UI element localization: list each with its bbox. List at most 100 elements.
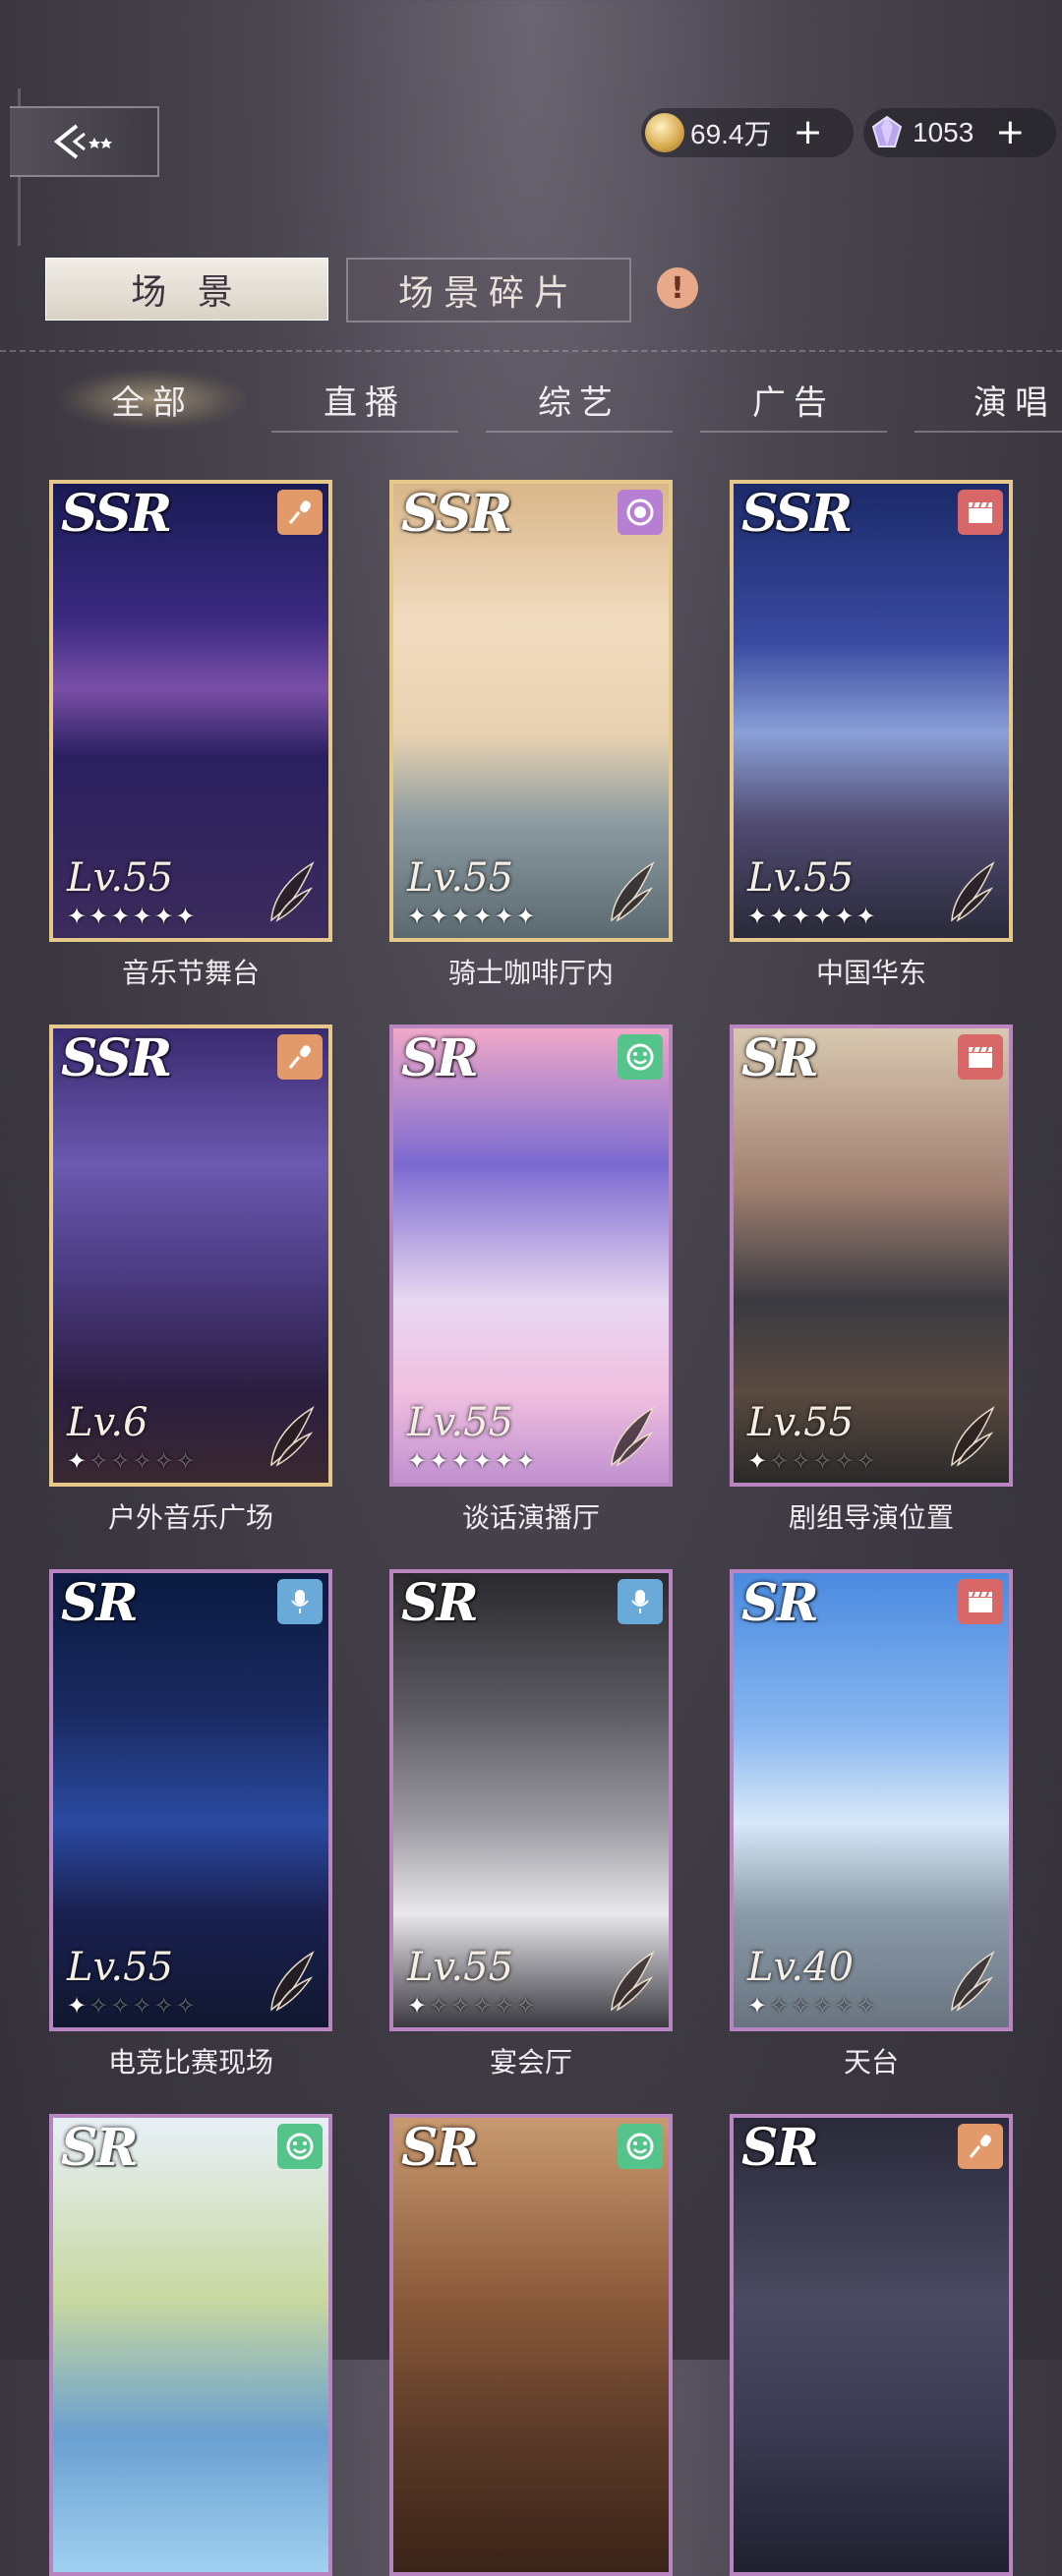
star-icon: ✦ xyxy=(110,903,133,930)
scene-card[interactable]: SSR Lv.55 ✦✦✦✦✦✦ 骑士咖啡厅内 xyxy=(389,480,673,989)
category-label: 广告 xyxy=(752,382,835,423)
scene-card[interactable]: SR Lv.55 ✦✧✧✧✧✧ 宴会厅 xyxy=(389,1569,673,2078)
category-label: 直播 xyxy=(324,382,406,423)
add-gem-button[interactable]: + xyxy=(995,115,1025,150)
category-all[interactable]: 全部 xyxy=(59,370,246,429)
scene-name: 宴会厅 xyxy=(489,2046,572,2078)
star-empty-icon: ✧ xyxy=(834,1447,856,1475)
scene-card[interactable]: SR Lv.40 ✦✧✧✧✧✧ 天台 xyxy=(730,1569,1013,2078)
level-label: Lv.55 xyxy=(747,1400,855,1445)
card-frame: SR Lv.55 ✦✧✧✧✧✧ xyxy=(389,1569,673,2031)
category-label: 全部 xyxy=(111,382,194,423)
card-frame: SR xyxy=(49,2114,332,2576)
smiley-icon xyxy=(618,2124,663,2169)
level-label: Lv.6 xyxy=(67,1400,148,1445)
scene-card[interactable]: SSR Lv.55 ✦✦✦✦✦✦ 音乐节舞台 xyxy=(49,480,332,989)
card-frame: SR Lv.55 ✦✧✧✧✧✧ xyxy=(730,1025,1013,1487)
leaf-emblem-icon xyxy=(270,1951,315,2012)
level-label: Lv.55 xyxy=(67,855,174,901)
alert-icon[interactable]: ! xyxy=(657,267,698,309)
star-icon: ✦ xyxy=(834,903,856,930)
scene-card[interactable]: SR xyxy=(389,2114,673,2576)
star-icon: ✦ xyxy=(515,903,538,930)
leaf-emblem-icon xyxy=(270,861,315,922)
star-rating: ✦✧✧✧✧✧ xyxy=(747,1447,878,1475)
star-empty-icon: ✧ xyxy=(812,1447,835,1475)
star-empty-icon: ✧ xyxy=(812,1992,835,2020)
back-arrow-icon xyxy=(53,124,112,159)
clapperboard-icon xyxy=(958,490,1003,535)
category-label: 综艺 xyxy=(538,382,620,423)
coin-icon xyxy=(645,113,684,152)
star-icon: ✦ xyxy=(494,903,516,930)
leaf-emblem-icon xyxy=(951,1951,995,2012)
star-empty-icon: ✧ xyxy=(769,1992,792,2020)
star-icon: ✦ xyxy=(769,903,792,930)
star-empty-icon: ✧ xyxy=(494,1992,516,2020)
star-icon: ✦ xyxy=(407,1992,430,2020)
level-label: Lv.55 xyxy=(407,1945,514,1990)
podcast-mic-icon xyxy=(277,1579,323,1624)
star-empty-icon: ✧ xyxy=(88,1992,111,2020)
tab-scene-fragments[interactable]: 场景碎片 xyxy=(346,258,631,322)
rarity-label: SSR xyxy=(61,484,172,544)
coin-value: 69.4万 xyxy=(690,119,772,149)
card-frame: SR xyxy=(389,2114,673,2576)
camera-lens-icon xyxy=(618,490,663,535)
star-rating: ✦✧✧✧✧✧ xyxy=(407,1992,538,2020)
category-livestream[interactable]: 直播 xyxy=(271,370,458,433)
scene-card[interactable]: SR xyxy=(49,2114,332,2576)
scene-card[interactable]: SSR Lv.55 ✦✦✦✦✦✦ 中国华东 xyxy=(730,480,1013,989)
star-icon: ✦ xyxy=(791,903,813,930)
scene-name: 天台 xyxy=(843,2046,899,2078)
gem-counter: 1053 + xyxy=(863,108,1056,157)
star-empty-icon: ✧ xyxy=(175,1992,198,2020)
smiley-icon xyxy=(277,2124,323,2169)
star-icon: ✦ xyxy=(67,1447,89,1475)
star-rating: ✦✦✦✦✦✦ xyxy=(747,903,878,930)
podcast-mic-icon xyxy=(618,1579,663,1624)
star-icon: ✦ xyxy=(515,1447,538,1475)
back-button[interactable] xyxy=(10,106,159,177)
leaf-emblem-icon xyxy=(270,1406,315,1467)
tab-scenes[interactable]: 场 景 xyxy=(45,258,328,321)
scene-card[interactable]: SR Lv.55 ✦✦✦✦✦✦ 谈话演播厅 xyxy=(389,1025,673,1534)
star-rating: ✦✦✦✦✦✦ xyxy=(67,903,198,930)
star-icon: ✦ xyxy=(494,1447,516,1475)
divider xyxy=(0,350,1062,352)
star-icon: ✦ xyxy=(407,903,430,930)
category-advertisement[interactable]: 广告 xyxy=(700,370,887,433)
star-rating: ✦✦✦✦✦✦ xyxy=(407,903,538,930)
scene-card[interactable]: SR xyxy=(730,2114,1013,2576)
star-empty-icon: ✧ xyxy=(132,1447,154,1475)
card-frame: SR xyxy=(730,2114,1013,2576)
star-icon: ✦ xyxy=(429,903,451,930)
card-frame: SR Lv.40 ✦✧✧✧✧✧ xyxy=(730,1569,1013,2031)
rarity-label: SR xyxy=(401,1028,479,1088)
category-variety[interactable]: 综艺 xyxy=(486,370,673,433)
level-label: Lv.40 xyxy=(747,1945,855,1990)
level-label: Lv.55 xyxy=(747,855,855,901)
add-coin-button[interactable]: + xyxy=(794,115,823,150)
rarity-label: SR xyxy=(401,1573,479,1633)
coin-counter: 69.4万 + xyxy=(641,108,854,157)
scene-name: 谈话演播厅 xyxy=(461,1501,600,1534)
scene-card[interactable]: SSR Lv.6 ✦✧✧✧✧✧ 户外音乐广场 xyxy=(49,1025,332,1534)
star-icon: ✦ xyxy=(67,1992,89,2020)
star-icon: ✦ xyxy=(67,903,89,930)
star-empty-icon: ✧ xyxy=(110,1447,133,1475)
card-frame: SSR Lv.6 ✦✧✧✧✧✧ xyxy=(49,1025,332,1487)
star-empty-icon: ✧ xyxy=(429,1992,451,2020)
rarity-label: SR xyxy=(61,1573,139,1633)
star-empty-icon: ✧ xyxy=(856,1992,878,2020)
category-concert[interactable]: 演唱 xyxy=(914,370,1062,433)
star-empty-icon: ✧ xyxy=(175,1447,198,1475)
rarity-label: SR xyxy=(741,1573,819,1633)
scene-card[interactable]: SR Lv.55 ✦✧✧✧✧✧ 电竞比赛现场 xyxy=(49,1569,332,2078)
rarity-label: SR xyxy=(741,2118,819,2178)
leaf-emblem-icon xyxy=(611,1951,655,2012)
scene-card[interactable]: SR Lv.55 ✦✧✧✧✧✧ 剧组导演位置 xyxy=(730,1025,1013,1534)
leaf-emblem-icon xyxy=(951,1406,995,1467)
card-frame: SSR Lv.55 ✦✦✦✦✦✦ xyxy=(730,480,1013,942)
leaf-emblem-icon xyxy=(611,1406,655,1467)
